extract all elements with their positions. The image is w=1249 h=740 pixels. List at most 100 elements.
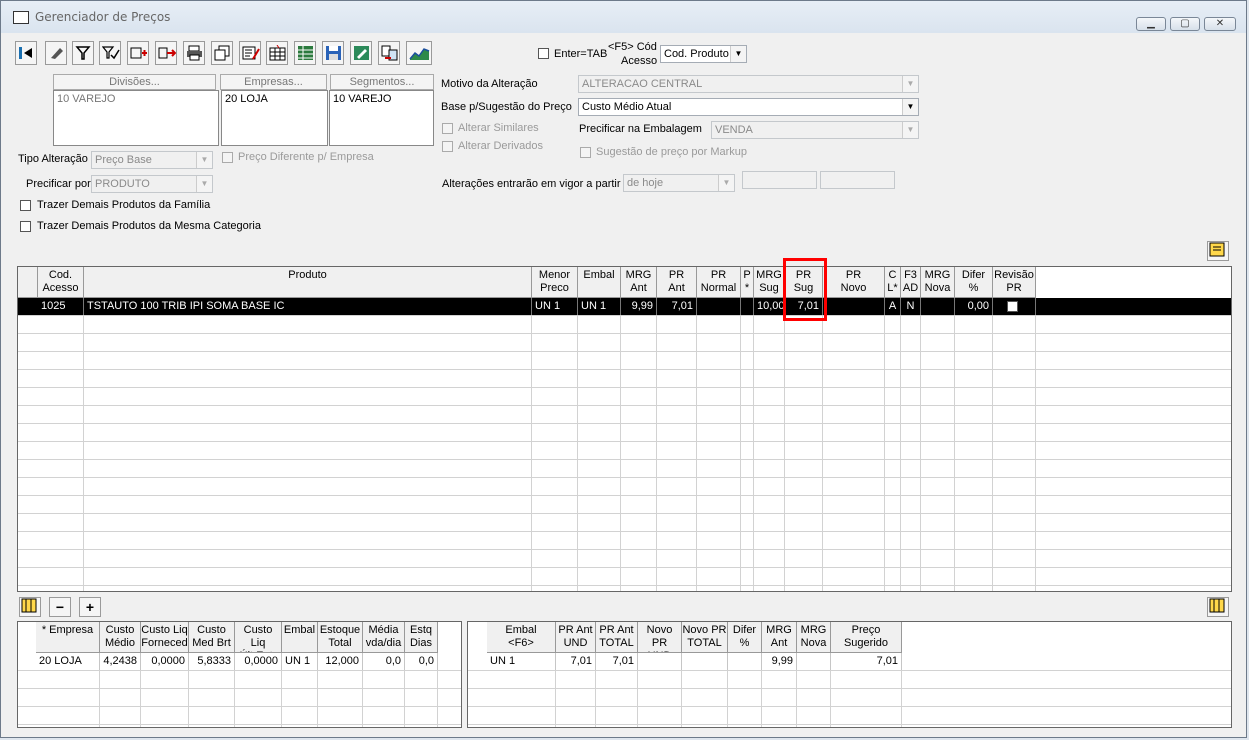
column-header[interactable]: Novo PR UND <box>638 622 682 653</box>
close-icon[interactable]: ✕ <box>1204 17 1236 31</box>
remove-button[interactable]: − <box>49 597 71 617</box>
segmentos-list[interactable]: 10 VAREJO <box>329 90 434 146</box>
print-icon[interactable] <box>183 41 205 65</box>
column-header[interactable]: PR Ant TOTAL <box>596 622 638 653</box>
column-header[interactable]: C L* <box>885 267 901 298</box>
column-header[interactable]: Difer % <box>955 267 993 298</box>
column-header[interactable]: PR Novo <box>823 267 885 298</box>
exit-icon[interactable] <box>15 41 37 65</box>
chart-icon[interactable] <box>406 41 432 65</box>
column-header[interactable]: Revisão PR <box>993 267 1036 298</box>
column-header[interactable]: Preço Sugerido <box>831 622 902 653</box>
column-header[interactable]: PR Normal <box>697 267 741 298</box>
minimize-icon[interactable]: ▁ <box>1136 17 1166 31</box>
grid-icon[interactable] <box>266 41 288 65</box>
table-cell[interactable]: 0,0 <box>405 653 438 670</box>
edit-form-icon[interactable] <box>350 41 372 65</box>
column-header[interactable]: P * <box>741 267 754 298</box>
divisoes-header[interactable]: Divisões... <box>53 74 216 90</box>
table-row[interactable]: UN 1 7,01 7,01 9,99 7,01 <box>468 653 1231 670</box>
eraser-icon[interactable] <box>45 41 67 65</box>
column-header[interactable]: Custo Liq Últ Entr <box>235 622 282 653</box>
column-header[interactable]: Embal <box>282 622 318 653</box>
table-cell[interactable] <box>823 298 885 315</box>
table-cell[interactable]: 7,01 <box>657 298 697 315</box>
grid-settings-icon[interactable] <box>19 597 41 617</box>
column-header[interactable]: MRG Nova <box>921 267 955 298</box>
table-cell[interactable]: 0,00 <box>955 298 993 315</box>
column-header[interactable]: Média vda/dia <box>363 622 405 653</box>
main-grid[interactable]: Cod. Acesso Produto Menor Preco Embal MRG An… <box>17 266 1232 592</box>
table-row[interactable]: 1025 TSTAUTO 100 TRIB IPI SOMA BASE IC UN … <box>18 298 1231 315</box>
column-header[interactable]: F3 AD <box>901 267 921 298</box>
table-cell[interactable]: 5,8333 <box>189 653 235 670</box>
table-cell[interactable]: UN 1 <box>282 653 318 670</box>
table-cell[interactable]: 7,01 <box>831 653 902 670</box>
table-cell[interactable]: TSTAUTO 100 TRIB IPI SOMA BASE IC <box>84 298 532 315</box>
table-cell[interactable]: N <box>901 298 921 315</box>
table-cell[interactable]: 7,01 <box>556 653 596 670</box>
column-header[interactable]: Estq Dias <box>405 622 438 653</box>
column-header[interactable]: PR Ant <box>657 267 697 298</box>
column-header[interactable]: Novo PR TOTAL <box>682 622 728 653</box>
notes-icon[interactable] <box>1207 241 1229 261</box>
base-select[interactable]: Custo Médio Atual ▼ <box>578 98 919 116</box>
column-header[interactable]: * Empresa <box>36 622 100 653</box>
add-button[interactable]: + <box>79 597 101 617</box>
table-cell[interactable]: 9,99 <box>621 298 657 315</box>
column-header[interactable]: Custo Med Brt <box>189 622 235 653</box>
enter-tab-checkbox[interactable] <box>538 48 549 59</box>
grid-settings-right-icon[interactable] <box>1207 597 1229 617</box>
empresa-grid[interactable]: * Empresa Custo Médio Custo Liq Forneced Cu… <box>17 621 462 728</box>
column-header[interactable]: Cod. Acesso <box>38 267 84 298</box>
table-cell[interactable]: 10,00 <box>754 298 785 315</box>
categoria-checkbox[interactable] <box>20 221 31 232</box>
table-cell[interactable] <box>797 653 831 670</box>
edit-list-icon[interactable] <box>239 41 261 65</box>
table-cell[interactable] <box>921 298 955 315</box>
table-cell[interactable]: 20 LOJA <box>36 653 100 670</box>
table-cell[interactable]: UN 1 <box>532 298 578 315</box>
table-cell[interactable]: 0,0 <box>363 653 405 670</box>
table-cell[interactable]: A <box>885 298 901 315</box>
table-cell[interactable]: 12,000 <box>318 653 363 670</box>
revisao-checkbox[interactable] <box>1007 301 1018 312</box>
familia-checkbox[interactable] <box>20 200 31 211</box>
column-header[interactable]: PR Ant UND <box>556 622 596 653</box>
column-header[interactable]: Menor Preco <box>532 267 578 298</box>
column-header[interactable]: Difer % <box>728 622 762 653</box>
table-cell[interactable] <box>682 653 728 670</box>
segmentos-item[interactable]: 10 VAREJO <box>333 93 392 105</box>
table-row[interactable]: 20 LOJA 4,2438 0,0000 5,8333 0,0000 UN 1 12,00… <box>18 653 461 670</box>
segmentos-header[interactable]: Segmentos... <box>330 74 434 90</box>
table-cell[interactable]: 4,2438 <box>100 653 141 670</box>
add-table-icon[interactable] <box>127 41 149 65</box>
table-cell[interactable]: 7,01 <box>596 653 638 670</box>
table-cell[interactable] <box>638 653 682 670</box>
embalagem-grid[interactable]: Embal <F6> PR Ant UND PR Ant TOTAL Novo PR … <box>467 621 1232 728</box>
column-header[interactable]: Estoque Total <box>318 622 363 653</box>
table-cell[interactable]: 0,0000 <box>141 653 189 670</box>
column-header[interactable]: MRG Sug <box>754 267 785 298</box>
copy-icon[interactable] <box>211 41 233 65</box>
table-cell[interactable] <box>728 653 762 670</box>
divisoes-list[interactable]: 10 VAREJO <box>53 90 219 146</box>
export-icon[interactable] <box>155 41 177 65</box>
column-header[interactable]: MRG Ant <box>621 267 657 298</box>
table-cell[interactable]: UN 1 <box>487 653 556 670</box>
filter-icon[interactable] <box>72 41 94 65</box>
column-header[interactable]: Embal <box>578 267 621 298</box>
access-select[interactable]: Cod. Produto ▼ <box>660 45 747 63</box>
column-header[interactable]: Embal <F6> <box>487 622 556 653</box>
column-header[interactable]: MRG Ant <box>762 622 797 653</box>
spreadsheet-icon[interactable] <box>294 41 316 65</box>
column-header[interactable]: MRG Nova <box>797 622 831 653</box>
empresas-list[interactable]: 20 LOJA <box>221 90 328 146</box>
maximize-icon[interactable]: ▢ <box>1170 17 1200 31</box>
table-cell[interactable]: 1025 <box>38 298 84 315</box>
save-icon[interactable] <box>322 41 344 65</box>
table-cell[interactable]: UN 1 <box>578 298 621 315</box>
column-header[interactable]: Custo Médio <box>100 622 141 653</box>
divisoes-item[interactable]: 10 VAREJO <box>57 93 116 105</box>
empresas-header[interactable]: Empresas... <box>220 74 327 90</box>
